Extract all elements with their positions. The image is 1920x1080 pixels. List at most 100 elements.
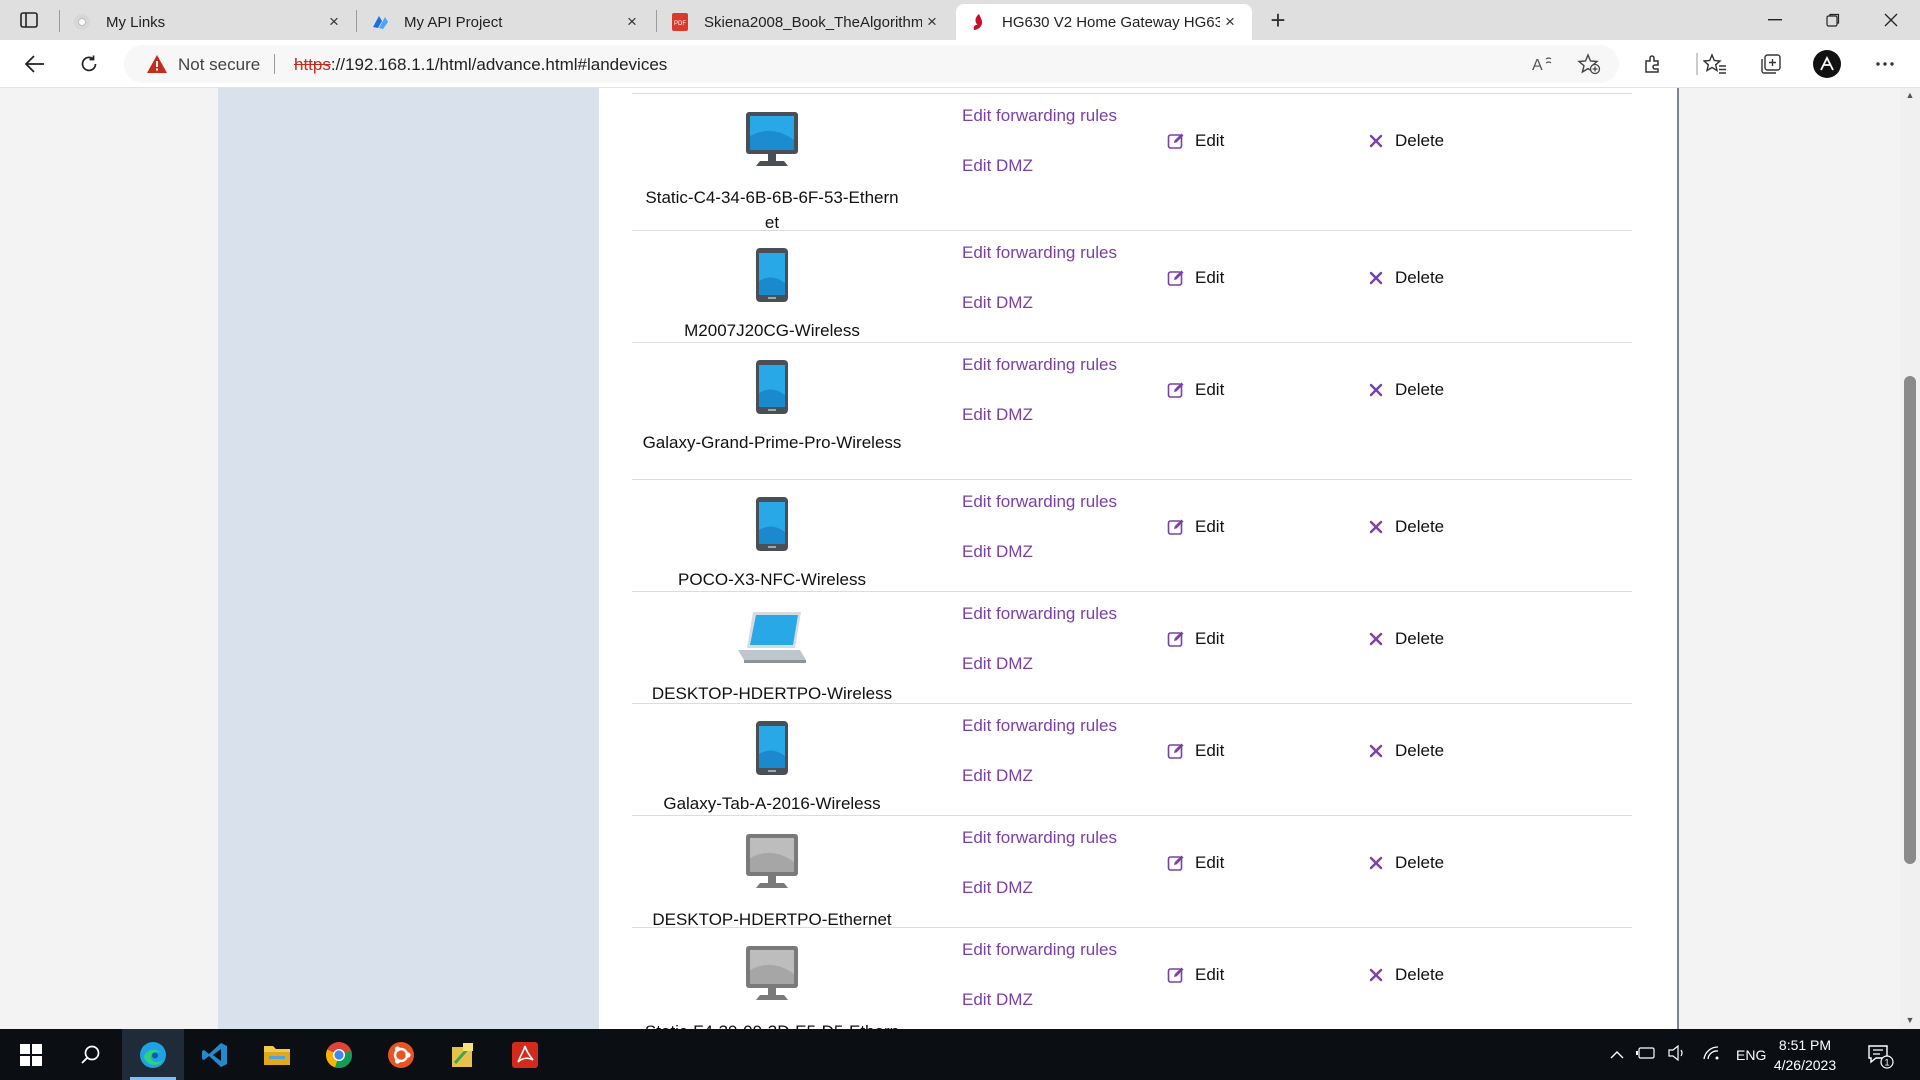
url-text[interactable]: https://192.168.1.1/html/advance.html#la… <box>294 55 667 75</box>
tab-actions-icon[interactable] <box>16 8 42 32</box>
device-name: Galaxy-Tab-A-2016-Wireless <box>663 794 881 813</box>
system-tray: ENG <box>1610 1029 1766 1080</box>
edit-icon <box>1167 630 1185 648</box>
delete-device-button[interactable]: Delete <box>1367 741 1444 761</box>
delete-label: Delete <box>1395 629 1445 648</box>
delete-device-button[interactable]: Delete <box>1367 131 1444 151</box>
edit-device-button[interactable]: Edit <box>1167 629 1224 649</box>
vertical-scrollbar[interactable]: ▲ ▼ <box>1900 88 1920 1029</box>
refresh-icon[interactable] <box>72 48 106 80</box>
not-secure-label[interactable]: Not secure <box>178 55 260 75</box>
edit-device-button[interactable]: Edit <box>1167 517 1224 537</box>
delete-label: Delete <box>1395 380 1445 399</box>
profile-avatar[interactable] <box>1810 48 1844 80</box>
device-row: Static-C4-34-6B-6B-6F-53-Ethernet Edit fo… <box>632 93 1632 232</box>
chrome-icon[interactable] <box>308 1029 370 1080</box>
tab-my-api-project[interactable]: My API Project × <box>358 4 654 40</box>
device-cell: DESKTOP-HDERTPO-Wireless <box>642 608 902 706</box>
edit-icon <box>1167 518 1185 536</box>
edit-dmz-link[interactable]: Edit DMZ <box>962 878 1033 898</box>
restore-window-icon[interactable] <box>1804 0 1862 40</box>
file-explorer-icon[interactable] <box>246 1029 308 1080</box>
browser-toolbar: Not secure https://192.168.1.1/html/adva… <box>0 40 1920 88</box>
delete-device-button[interactable]: Delete <box>1367 853 1444 873</box>
edit-forwarding-rules-link[interactable]: Edit forwarding rules <box>962 243 1117 263</box>
minimize-window-icon[interactable] <box>1746 0 1804 40</box>
edit-forwarding-rules-link[interactable]: Edit forwarding rules <box>962 355 1117 375</box>
chrome-icon <box>72 12 92 32</box>
smartphone-icon <box>642 247 902 310</box>
favorites-icon[interactable] <box>1698 48 1732 80</box>
delete-device-button[interactable]: Delete <box>1367 629 1444 649</box>
edit-dmz-link[interactable]: Edit DMZ <box>962 293 1033 313</box>
scroll-up-arrow-icon[interactable]: ▲ <box>1904 90 1916 102</box>
edit-device-button[interactable]: Edit <box>1167 131 1224 151</box>
tab-my-links[interactable]: My Links × <box>60 4 356 40</box>
close-tab-icon[interactable]: × <box>622 12 642 32</box>
device-cell: Static-C4-34-6B-6B-6F-53-Ethernet <box>642 110 902 235</box>
edit-dmz-link[interactable]: Edit DMZ <box>962 654 1033 674</box>
wifi-icon[interactable] <box>1702 1045 1720 1064</box>
read-aloud-icon[interactable]: A <box>1529 52 1555 76</box>
edit-dmz-link[interactable]: Edit DMZ <box>962 405 1033 425</box>
search-icon[interactable] <box>60 1029 122 1080</box>
scroll-down-arrow-icon[interactable]: ▼ <box>1904 1015 1916 1027</box>
edit-device-button[interactable]: Edit <box>1167 380 1224 400</box>
acrobat-icon[interactable] <box>494 1029 556 1080</box>
delete-device-button[interactable]: Delete <box>1367 380 1444 400</box>
scrollbar-thumb[interactable] <box>1904 376 1916 864</box>
extensions-icon[interactable] <box>1636 48 1670 80</box>
tab-skiena-pdf[interactable]: PDF Skiena2008_Book_TheAlgorithmD × <box>658 4 954 40</box>
delete-x-icon <box>1367 630 1385 648</box>
windows-taskbar: ENG 8:51 PM 4/26/2023 1 <box>0 1029 1920 1080</box>
delete-device-button[interactable]: Delete <box>1367 965 1444 985</box>
device-name: POCO-X3-NFC-Wireless <box>678 570 866 589</box>
edit-dmz-link[interactable]: Edit DMZ <box>962 156 1033 176</box>
delete-x-icon <box>1367 269 1385 287</box>
more-menu-icon[interactable] <box>1868 48 1902 80</box>
edit-icon <box>1167 269 1185 287</box>
edit-dmz-link[interactable]: Edit DMZ <box>962 766 1033 786</box>
taskbar-clock[interactable]: 8:51 PM 4/26/2023 <box>1750 1035 1860 1075</box>
volume-icon[interactable] <box>1668 1044 1686 1064</box>
edit-forwarding-rules-link[interactable]: Edit forwarding rules <box>962 492 1117 512</box>
edit-forwarding-rules-link[interactable]: Edit forwarding rules <box>962 106 1117 126</box>
edit-dmz-link[interactable]: Edit DMZ <box>962 542 1033 562</box>
start-icon[interactable] <box>0 1029 62 1080</box>
delete-device-button[interactable]: Delete <box>1367 517 1444 537</box>
collections-icon[interactable] <box>1754 48 1788 80</box>
edit-forwarding-rules-link[interactable]: Edit forwarding rules <box>962 604 1117 624</box>
close-window-icon[interactable] <box>1862 0 1920 40</box>
desktop-monitor-icon <box>642 110 902 177</box>
url-rest: ://192.168.1.1/html/advance.html#landevi… <box>330 55 668 74</box>
edit-device-button[interactable]: Edit <box>1167 965 1224 985</box>
close-tab-icon[interactable]: × <box>1220 12 1240 32</box>
tab-hg630-gateway[interactable]: HG630 V2 Home Gateway HG630 × <box>956 4 1252 40</box>
edit-forwarding-rules-link[interactable]: Edit forwarding rules <box>962 940 1117 960</box>
edit-forwarding-rules-link[interactable]: Edit forwarding rules <box>962 828 1117 848</box>
device-row: Galaxy-Grand-Prime-Pro-Wireless Edit forw… <box>632 342 1632 479</box>
edit-device-button[interactable]: Edit <box>1167 268 1224 288</box>
battery-icon[interactable] <box>1636 1046 1656 1063</box>
edit-dmz-link[interactable]: Edit DMZ <box>962 990 1033 1010</box>
huawei-icon <box>968 12 988 32</box>
address-bar[interactable]: Not secure https://192.168.1.1/html/adva… <box>124 45 1619 83</box>
smartphone-icon <box>642 496 902 559</box>
vscode-icon[interactable] <box>184 1029 246 1080</box>
edit-forwarding-rules-link[interactable]: Edit forwarding rules <box>962 716 1117 736</box>
notification-center-icon[interactable]: 1 <box>1866 1029 1894 1080</box>
delete-device-button[interactable]: Delete <box>1367 268 1444 288</box>
add-favorite-icon[interactable] <box>1576 52 1602 76</box>
close-tab-icon[interactable]: × <box>324 12 344 32</box>
close-tab-icon[interactable]: × <box>922 12 942 32</box>
back-arrow-icon[interactable] <box>18 48 52 80</box>
file-tool-icon[interactable] <box>432 1029 494 1080</box>
edge-icon[interactable] <box>122 1029 184 1080</box>
edit-device-button[interactable]: Edit <box>1167 853 1224 873</box>
edit-device-button[interactable]: Edit <box>1167 741 1224 761</box>
ubuntu-icon[interactable] <box>370 1029 432 1080</box>
device-row: DESKTOP-HDERTPO-Ethernet Edit forwarding … <box>632 815 1632 929</box>
tab-title: My Links <box>106 13 166 31</box>
new-tab-button[interactable]: + <box>1262 5 1294 35</box>
show-hidden-icons-icon[interactable] <box>1610 1047 1624 1063</box>
